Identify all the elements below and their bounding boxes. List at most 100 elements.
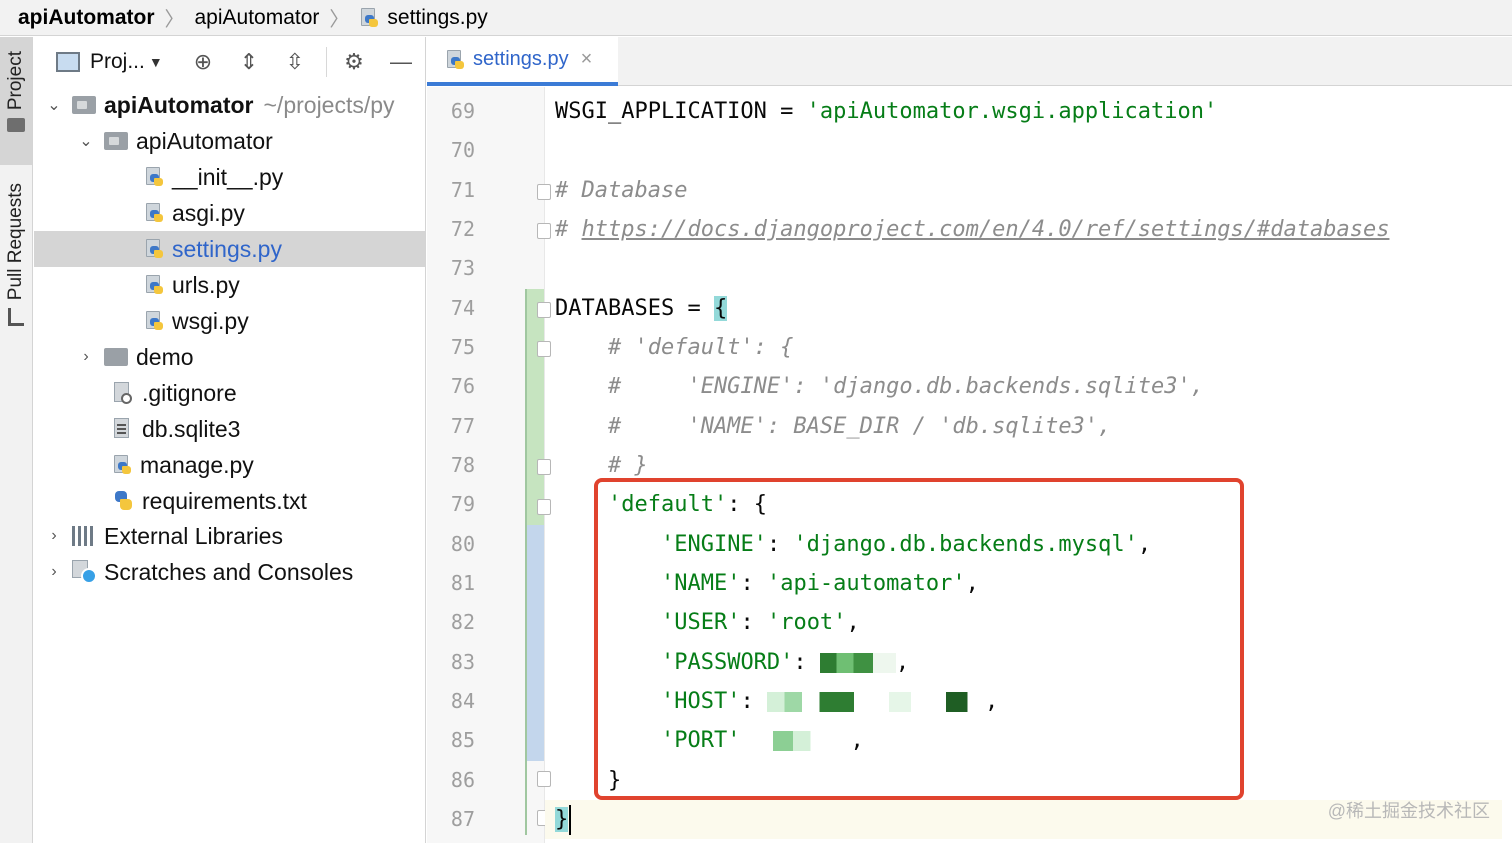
chevron-right-icon[interactable]: ›	[42, 563, 66, 581]
tree-item-scratches-consoles[interactable]: › Scratches and Consoles	[34, 554, 425, 590]
vcs-modified-marker[interactable]	[527, 289, 544, 525]
project-tool-tab[interactable]: Project	[0, 37, 32, 165]
code-line[interactable]: # https://docs.djangoproject.com/en/4.0/…	[555, 210, 1389, 249]
code-line[interactable]: # 'default': {	[555, 328, 793, 367]
docs-link[interactable]: https://docs.djangoproject.com/en/4.0/re…	[582, 217, 1390, 242]
ignored-file-icon	[112, 381, 132, 405]
line-number: 84	[450, 689, 475, 713]
fold-marker-icon[interactable]	[537, 223, 551, 239]
tree-item-label: urls.py	[172, 271, 240, 298]
tree-item-urls-py[interactable]: urls.py	[34, 267, 425, 303]
code-line[interactable]: 'PORT',	[555, 721, 864, 760]
tree-item-package-folder[interactable]: ⌄ apiAutomator	[34, 123, 425, 159]
tree-item-settings-py[interactable]: settings.py	[34, 231, 425, 267]
line-number: 81	[450, 571, 475, 595]
tree-item-requirements-txt[interactable]: requirements.txt	[34, 483, 425, 519]
fold-marker-icon[interactable]	[537, 771, 551, 787]
redacted-password	[819, 653, 896, 673]
line-number: 82	[450, 610, 475, 634]
code-line[interactable]: 'PASSWORD': ,	[555, 643, 909, 682]
code-string: 'PASSWORD'	[660, 650, 794, 675]
breadcrumb-file-label: settings.py	[387, 5, 488, 29]
code-token: ,	[965, 571, 979, 596]
code-token: : {	[727, 492, 767, 517]
python-file-icon	[144, 274, 164, 296]
tree-item-db-sqlite3[interactable]: db.sqlite3	[34, 411, 425, 447]
tree-item-path: ~/projects/py	[263, 91, 395, 118]
redacted-port	[740, 731, 851, 751]
tree-item-init-py[interactable]: __init__.py	[34, 159, 425, 195]
breadcrumb-file[interactable]: settings.py	[359, 5, 488, 30]
code-line[interactable]: # 'ENGINE': 'django.db.backends.sqlite3'…	[555, 367, 1204, 406]
code-token: ,	[984, 689, 999, 714]
code-line[interactable]: 'HOST': ,	[555, 682, 998, 721]
code-token: WSGI_APPLICATION =	[555, 99, 807, 124]
tree-item-gitignore[interactable]: .gitignore	[34, 375, 425, 411]
code-line[interactable]: 'ENGINE': 'django.db.backends.mysql',	[555, 525, 1151, 564]
code-line[interactable]: # 'NAME': BASE_DIR / 'db.sqlite3',	[555, 407, 1111, 446]
project-view-selector[interactable]: Proj...	[90, 50, 145, 74]
tree-item-demo[interactable]: › demo	[34, 339, 425, 375]
tree-item-wsgi-py[interactable]: wsgi.py	[34, 303, 425, 339]
line-number: 76	[450, 374, 475, 398]
tree-item-label: db.sqlite3	[142, 415, 241, 442]
code-line[interactable]: 'default': {	[555, 485, 767, 524]
line-number: 80	[450, 532, 475, 556]
expand-all-icon[interactable]: ⇕	[236, 49, 262, 75]
tab-settings-py[interactable]: settings.py ×	[427, 37, 618, 86]
fold-marker-icon[interactable]	[537, 499, 551, 515]
tree-item-asgi-py[interactable]: asgi.py	[34, 195, 425, 231]
fold-marker-icon[interactable]	[537, 302, 551, 318]
python-requirements-icon	[112, 489, 134, 513]
tree-item-label: requirements.txt	[142, 487, 307, 514]
watermark: @稀土掘金技术社区	[1327, 801, 1490, 821]
vcs-changed-marker[interactable]	[527, 525, 544, 761]
code-line[interactable]: # Database	[555, 171, 687, 210]
chevron-down-icon[interactable]: ⌄	[74, 131, 98, 151]
chevron-right-icon[interactable]: ›	[74, 348, 98, 366]
code-token: :	[740, 689, 767, 714]
tree-item-label: Scratches and Consoles	[104, 558, 354, 585]
chevron-down-icon[interactable]: ⌄	[42, 95, 66, 115]
python-file-icon	[144, 166, 164, 188]
close-icon[interactable]: ×	[581, 48, 593, 71]
code-comment: # 'ENGINE': 'django.db.backends.sqlite3'…	[555, 374, 1205, 399]
gear-icon[interactable]: ⚙	[341, 49, 367, 75]
minimize-icon[interactable]: —	[388, 49, 414, 75]
code-string: 'ENGINE'	[660, 532, 767, 557]
pull-requests-tool-tab[interactable]: Pull Requests	[0, 183, 32, 343]
tree-item-root-project[interactable]: ⌄ apiAutomator ~/projects/py	[34, 87, 425, 123]
pull-request-icon	[8, 308, 24, 327]
tree-item-manage-py[interactable]: manage.py	[34, 447, 425, 483]
line-number: 71	[450, 178, 475, 202]
code-line[interactable]: # }	[555, 446, 648, 485]
code-line[interactable]: 'NAME': 'api-automator',	[555, 564, 979, 603]
code-string: 'USER'	[660, 610, 741, 635]
fold-marker-icon[interactable]	[537, 459, 551, 475]
project-panel: Proj... ▼ ⊕ ⇕ ⇳ ⚙ — ⌄ apiAutomator ~/pro…	[34, 37, 426, 843]
breadcrumb-project[interactable]: apiAutomator	[18, 6, 155, 30]
tree-item-external-libraries[interactable]: › External Libraries	[34, 518, 425, 554]
breadcrumb-module[interactable]: apiAutomator	[195, 6, 320, 30]
tree-item-label: __init__.py	[172, 163, 284, 190]
code-line[interactable]: 'USER': 'root',	[555, 603, 860, 642]
chevron-right-icon[interactable]: ›	[42, 527, 66, 545]
fold-marker-icon[interactable]	[537, 341, 551, 357]
fold-marker-icon[interactable]	[537, 184, 551, 200]
line-number: 75	[450, 335, 475, 359]
code-line[interactable]: }	[555, 761, 621, 800]
code-string: 'NAME'	[660, 571, 741, 596]
line-number: 79	[450, 492, 475, 516]
code-token: :	[793, 650, 820, 675]
code-comment: #	[555, 217, 582, 242]
code-line[interactable]: WSGI_APPLICATION = 'apiAutomator.wsgi.ap…	[555, 92, 1217, 131]
collapse-all-icon[interactable]: ⇳	[282, 49, 308, 75]
locate-icon[interactable]: ⊕	[190, 49, 216, 75]
code-token: :	[740, 571, 767, 596]
code-line[interactable]: DATABASES = {	[555, 289, 728, 328]
code-token: ,	[846, 610, 860, 635]
editor-tab-bar: settings.py ×	[427, 37, 1512, 86]
chevron-down-icon[interactable]: ▼	[149, 54, 163, 70]
